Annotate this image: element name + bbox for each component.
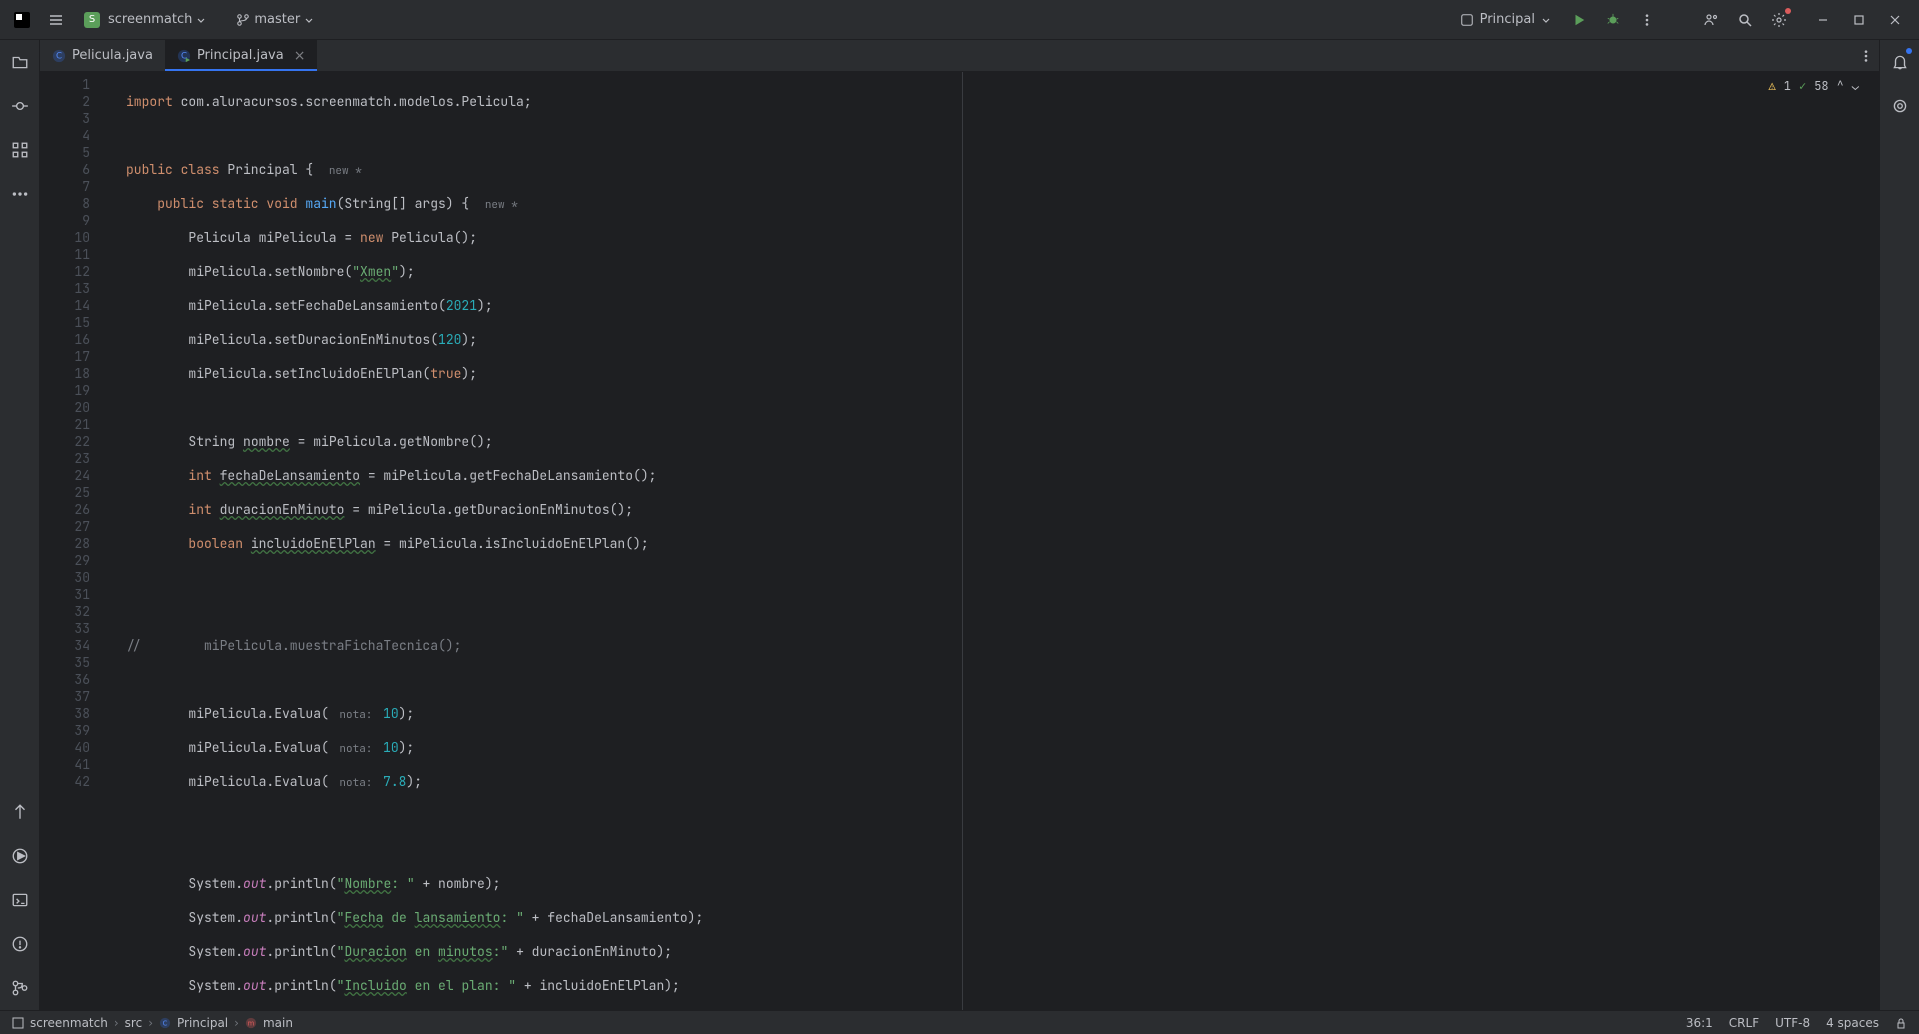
chevron-right-icon: › — [114, 1016, 119, 1030]
branch-label: master — [254, 12, 300, 27]
branch-icon — [236, 13, 250, 27]
problems-tool-icon[interactable] — [6, 930, 34, 958]
warning-count: 1 — [1784, 78, 1791, 95]
indent-setting[interactable]: 4 spaces — [1826, 1016, 1879, 1030]
run-button[interactable] — [1565, 6, 1593, 34]
module-icon — [12, 1017, 24, 1029]
chevron-up-icon[interactable]: ^ — [1837, 78, 1844, 95]
notifications-icon[interactable] — [1886, 48, 1914, 76]
tab-pelicula[interactable]: C Pelicula.java — [40, 40, 165, 71]
debug-button[interactable] — [1599, 6, 1627, 34]
vcs-branch[interactable]: master — [228, 8, 322, 31]
chevron-down-icon — [1541, 15, 1551, 25]
java-runnable-class-icon: C — [177, 49, 191, 63]
project-name-label: screenmatch — [108, 12, 192, 27]
chevron-down-icon — [304, 15, 314, 25]
editor-area: C Pelicula.java C Principal.java × 1 2 3… — [40, 40, 1879, 1010]
close-button[interactable] — [1879, 6, 1911, 34]
line-gutter: 1 2 3 4 5 6 7 8 9 10 11 12 13 14 15 16 1… — [40, 72, 98, 1010]
services-tool-icon[interactable] — [6, 842, 34, 870]
readonly-lock-icon[interactable] — [1895, 1017, 1907, 1029]
chevron-right-icon: › — [234, 1016, 239, 1030]
chevron-right-icon: › — [148, 1016, 153, 1030]
run-configuration[interactable]: Principal — [1452, 8, 1559, 31]
chevron-down-icon[interactable]: ⌄ — [1852, 78, 1859, 95]
statusbar: screenmatch › src › C Principal › m main… — [0, 1010, 1919, 1034]
breadcrumb-method[interactable]: main — [263, 1016, 293, 1030]
minimize-button[interactable] — [1807, 6, 1839, 34]
settings-icon[interactable] — [1765, 6, 1793, 34]
search-icon[interactable] — [1731, 6, 1759, 34]
svg-text:C: C — [56, 51, 62, 61]
maximize-button[interactable] — [1843, 6, 1875, 34]
more-actions-icon[interactable] — [1633, 6, 1661, 34]
main-menu-icon[interactable] — [42, 6, 70, 34]
run-config-label: Principal — [1480, 12, 1535, 27]
close-tab-icon[interactable]: × — [294, 48, 306, 64]
java-class-icon: C — [52, 49, 66, 63]
file-encoding[interactable]: UTF-8 — [1775, 1016, 1810, 1030]
more-tools-icon[interactable] — [6, 180, 34, 208]
update-indicator-icon — [1785, 8, 1791, 14]
vcs-tool-icon[interactable] — [6, 974, 34, 1002]
app-icon[interactable] — [8, 6, 36, 34]
editor[interactable]: 1 2 3 4 5 6 7 8 9 10 11 12 13 14 15 16 1… — [40, 72, 1879, 1010]
line-separator[interactable]: CRLF — [1729, 1016, 1759, 1030]
cursor-position[interactable]: 36:1 — [1686, 1016, 1713, 1030]
main-area: C Pelicula.java C Principal.java × 1 2 3… — [0, 40, 1919, 1010]
notification-dot-icon — [1906, 48, 1912, 54]
editor-tabs: C Pelicula.java C Principal.java × — [40, 40, 1879, 72]
svg-text:m: m — [248, 1019, 255, 1027]
java-class-icon: C — [159, 1017, 171, 1029]
check-icon: ✓ — [1799, 78, 1806, 95]
tab-label: Principal.java — [197, 48, 284, 63]
right-tool-rail — [1879, 40, 1919, 1010]
svg-text:C: C — [163, 1019, 168, 1027]
project-tool-icon[interactable] — [6, 48, 34, 76]
breadcrumb-src[interactable]: src — [125, 1016, 143, 1030]
code-with-me-icon[interactable] — [1697, 6, 1725, 34]
build-tool-icon[interactable] — [6, 798, 34, 826]
tab-options-icon[interactable] — [1859, 49, 1873, 63]
chevron-down-icon — [196, 15, 206, 25]
breadcrumb[interactable]: screenmatch › src › C Principal › m main — [12, 1016, 293, 1030]
project-badge: S — [84, 12, 100, 28]
ai-assistant-icon[interactable] — [1886, 92, 1914, 120]
breadcrumb-file[interactable]: Principal — [177, 1016, 228, 1030]
editor-split-guide — [962, 72, 963, 1010]
breadcrumb-project[interactable]: screenmatch — [30, 1016, 108, 1030]
method-icon: m — [245, 1017, 257, 1029]
project-selector[interactable]: S screenmatch — [76, 8, 214, 32]
terminal-tool-icon[interactable] — [6, 886, 34, 914]
left-tool-rail — [0, 40, 40, 1010]
warning-icon: ⚠ — [1769, 78, 1776, 95]
inspection-widget[interactable]: ⚠ 1 ✓ 58 ^ ⌄ — [1769, 78, 1859, 95]
structure-tool-icon[interactable] — [6, 136, 34, 164]
code-content[interactable]: import com.aluracursos.screenmatch.model… — [122, 72, 1879, 1010]
check-count: 58 — [1814, 78, 1828, 95]
commit-tool-icon[interactable] — [6, 92, 34, 120]
tab-label: Pelicula.java — [72, 48, 153, 63]
titlebar: S screenmatch master Principal — [0, 0, 1919, 40]
tab-principal[interactable]: C Principal.java × — [165, 40, 318, 71]
